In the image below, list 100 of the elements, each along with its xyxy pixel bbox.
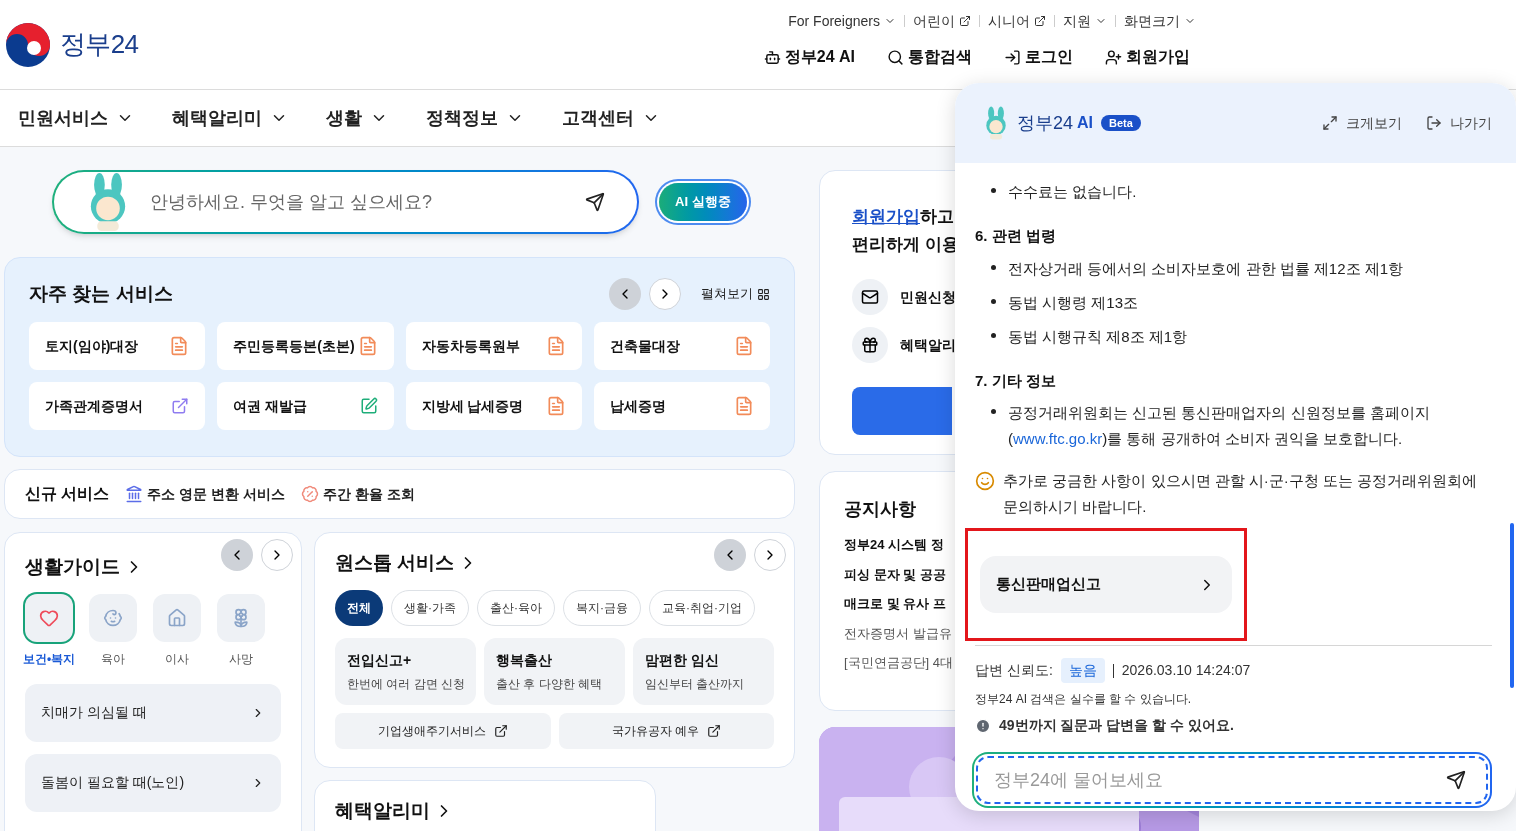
external-link-icon [171, 397, 190, 415]
nav-menu-item[interactable]: 혜택알리미 [172, 104, 288, 132]
confidence-badge: 높음 [1060, 658, 1105, 683]
house-icon [167, 607, 187, 628]
filter-chip[interactable]: 출산·육아 [477, 589, 555, 626]
section-title-link[interactable]: 원스톱 서비스 [335, 549, 479, 578]
alert-icon [975, 717, 991, 734]
new-service-link[interactable]: 주소 영문 변환 서비스 [125, 483, 286, 505]
answer-bullet-text: 수수료는 없습니다. [1008, 182, 1137, 202]
answer-bullet-text: 전자상거래 등에서의 소비자보호에 관한 법률 제12조 제1항 [1008, 258, 1404, 279]
utility-link[interactable]: For Foreigners [788, 10, 896, 32]
external-service-link[interactable]: 기업생애주기서비스 [335, 712, 551, 749]
notice-item[interactable]: 정부24 시스템 정 [844, 535, 944, 555]
service-tile[interactable]: 납세증명 [593, 382, 770, 430]
answer-bullet-text: 동법 시행령 제13조 [1008, 292, 1139, 313]
notice-item[interactable]: 피싱 문자 및 공공 [844, 564, 946, 584]
next-button[interactable] [649, 278, 681, 310]
previous-button[interactable] [714, 539, 746, 572]
section-title-link[interactable]: 혜택알리미 [335, 797, 635, 826]
exit-icon [1426, 115, 1442, 131]
question-limit-text: 49번까지 질문과 답변을 할 수 있어요. [999, 716, 1234, 735]
notice-item[interactable]: [국민연금공단] 4대 [844, 653, 954, 673]
ai-search-field[interactable]: 안녕하세요. 무엇을 알고 싶으세요? [54, 172, 637, 232]
section-title: 공지사항 [844, 498, 916, 521]
utility-link[interactable]: 어린이 [913, 10, 971, 32]
header-action-link[interactable]: 로그인 [1004, 45, 1073, 69]
envelope-icon [861, 288, 879, 306]
service-card[interactable]: 맘편한 임신 임신부터 출산까지 [633, 637, 774, 705]
building-icon [125, 485, 144, 503]
ai-label: AI [1077, 113, 1094, 133]
flower-icon [231, 607, 251, 628]
service-tile[interactable]: 지방세 납세증명 [405, 382, 582, 430]
filter-chip[interactable]: 복지·금융 [563, 589, 641, 626]
service-tile[interactable]: 건축물대장 [593, 322, 770, 370]
filter-chip[interactable]: 생활·가족 [391, 589, 469, 626]
scrollbar-thumb[interactable] [1510, 523, 1514, 688]
external-link-icon [493, 723, 508, 738]
next-button[interactable] [261, 539, 293, 572]
chat-input-field[interactable]: 정부24에 물어보세요 [976, 756, 1488, 804]
nav-menu-item[interactable]: 정책정보 [426, 104, 524, 132]
next-button[interactable] [754, 539, 786, 572]
chat-header-button[interactable]: 나가기 [1426, 112, 1492, 134]
heart-icon [39, 607, 59, 628]
filter-chip[interactable]: 교육·취업·기업 [649, 589, 755, 626]
nav-menu-item[interactable]: 생활 [326, 104, 388, 132]
service-tile[interactable]: 토지(임야)대장 [29, 322, 206, 370]
service-card[interactable]: 행복출산 출산 후 다양한 혜택 [484, 637, 625, 705]
service-tile[interactable]: 자동차등록원부 [405, 322, 582, 370]
previous-button[interactable] [609, 278, 641, 310]
confidence-label: 답변 신뢰도: [975, 661, 1053, 680]
answer-note: 추가로 궁금한 사항이 있으시면 관할 시·군·구청 또는 공정거래위원회에 문의하시기 바랍니다. [1003, 471, 1479, 517]
grid-icon [757, 287, 770, 301]
service-card[interactable]: 전입신고+ 한번에 여러 감면 신청 [335, 637, 476, 705]
external-link-icon [1034, 15, 1046, 27]
utility-link[interactable]: 화면크기 [1124, 10, 1196, 32]
user-plus-icon [1105, 48, 1122, 66]
notice-item[interactable]: 전자증명서 발급유 [844, 623, 952, 643]
nav-menu-item[interactable]: 고객센터 [562, 104, 660, 132]
feature-label: 민원신청 [900, 287, 956, 307]
disclaimer-text: 정부24 AI 검색은 실수를 할 수 있습니다. [975, 691, 1192, 707]
answer-heading: 7. 기타 정보 [975, 370, 1056, 391]
send-icon[interactable] [585, 192, 605, 212]
service-tile[interactable]: 주민등록등본(초본) [217, 322, 394, 370]
website-link[interactable]: www.ftc.go.kr [1013, 430, 1103, 447]
nav-menu-item[interactable]: 민원서비스 [18, 104, 134, 132]
logo-text[interactable]: 정부24 [60, 25, 139, 64]
expand-icon [1322, 115, 1338, 131]
timestamp: 2026.03.10 14:24:07 [1121, 661, 1251, 680]
section-title-link[interactable]: 생활가이드 [25, 553, 144, 582]
external-link-icon [959, 15, 971, 27]
signup-link[interactable]: 회원가입 [852, 207, 920, 226]
robot-icon [763, 48, 781, 66]
external-service-link[interactable]: 국가유공자 예우 [558, 712, 774, 749]
guide-item[interactable]: 치매가 의심될 때 [25, 683, 281, 742]
service-tile[interactable]: 여권 재발급 [217, 382, 394, 430]
service-shortcut-button[interactable]: 통신판매업신고 [980, 556, 1232, 613]
chat-header-button[interactable]: 크게보기 [1322, 112, 1402, 134]
document-icon [734, 396, 754, 416]
send-icon[interactable] [1446, 770, 1466, 790]
login-icon [1004, 48, 1021, 66]
service-tile[interactable]: 가족관계증명서 [29, 382, 206, 430]
document-icon [734, 336, 754, 356]
previous-button[interactable] [221, 539, 253, 572]
filter-chip[interactable]: 전체 [335, 589, 383, 626]
document-icon [169, 336, 190, 356]
notice-item[interactable]: 매크로 및 유사 프 [844, 594, 946, 614]
section-title: 자주 찾는 서비스 [29, 281, 173, 306]
utility-link[interactable]: 지원 [1063, 10, 1107, 32]
header-action-link[interactable]: 정부24 AI [763, 45, 855, 69]
expand-link[interactable]: 펼쳐보기 [701, 284, 770, 304]
beta-badge: Beta [1101, 114, 1141, 132]
section-title: 신규 서비스 [25, 484, 110, 504]
utility-link[interactable]: 시니어 [988, 10, 1046, 32]
header-action-link[interactable]: 회원가입 [1105, 45, 1190, 69]
guide-item[interactable]: 돌봄이 필요할 때(노인) [25, 753, 281, 812]
external-link-icon [706, 723, 721, 738]
header-action-link[interactable]: 통합검색 [887, 45, 972, 69]
baby-icon [103, 607, 123, 628]
emblem-icon [4, 20, 52, 69]
new-service-link[interactable]: 주간 환율 조회 [301, 483, 415, 505]
